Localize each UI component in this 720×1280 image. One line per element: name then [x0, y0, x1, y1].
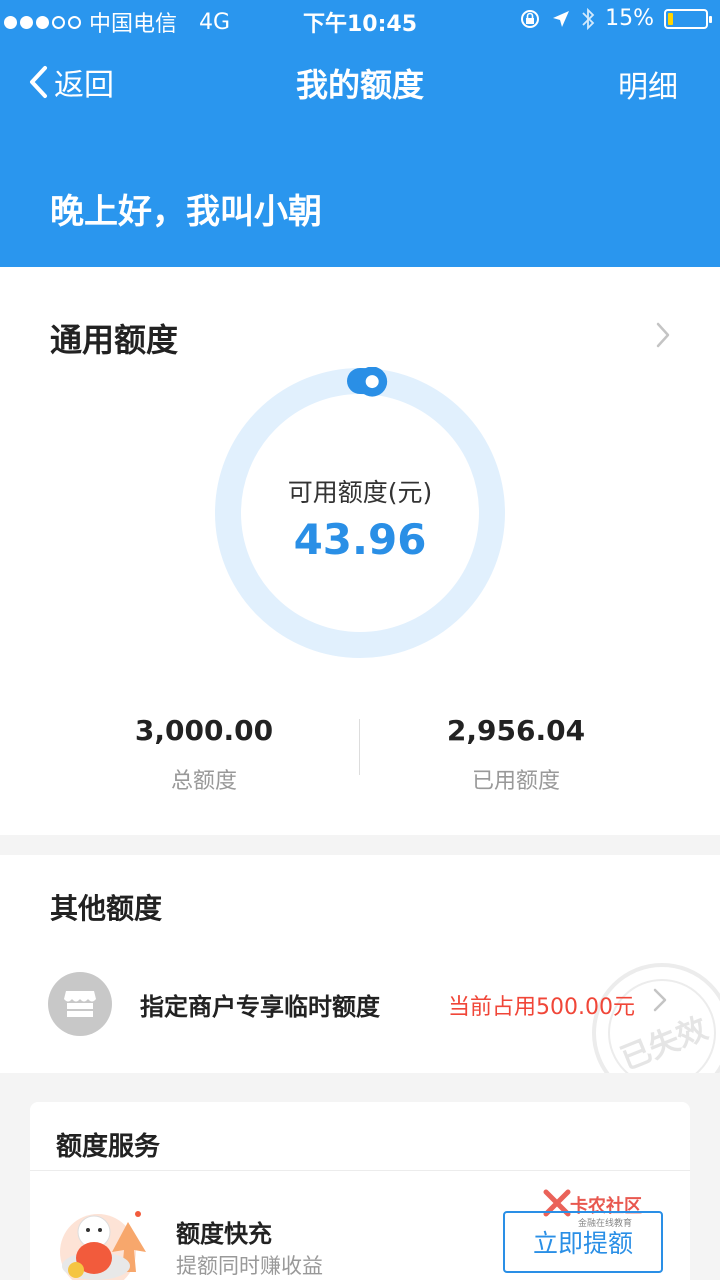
raise-quota-button[interactable]: 立即提额	[503, 1211, 663, 1273]
merchant-quota-label[interactable]: 指定商户专享临时额度	[140, 987, 380, 1022]
other-quota-card: 其他额度 已失效 指定商户专享临时额度 当前占用500.00元	[0, 855, 720, 1073]
store-icon	[48, 972, 112, 1036]
mascot-icon	[60, 1211, 146, 1280]
general-quota-title: 通用额度	[50, 321, 179, 359]
total-quota-label: 总额度	[170, 769, 237, 794]
ring-track	[215, 368, 505, 658]
quick-charge-subtitle: 提额同时赚收益	[176, 1254, 323, 1278]
battery-icon	[664, 8, 712, 29]
chevron-right-icon[interactable]	[652, 987, 668, 1013]
status-bar: 中国电信 4G 下午10:45 15%	[0, 0, 720, 40]
chevron-right-icon[interactable]	[654, 321, 672, 349]
greeting-text: 晚上好，我叫小朝	[50, 192, 322, 232]
used-quota-value: 2,956.04	[446, 714, 586, 747]
page-title: 我的额度	[295, 66, 424, 104]
location-arrow-icon	[553, 10, 570, 27]
detail-button[interactable]: 明细	[618, 62, 678, 106]
other-quota-title: 其他额度	[50, 892, 163, 925]
used-quota-label: 已用额度	[471, 769, 560, 794]
divider	[30, 1170, 690, 1171]
rotation-lock-icon	[521, 9, 540, 28]
battery-percent: 15%	[605, 6, 654, 31]
used-quota: 2,956.04 已用额度	[396, 714, 636, 795]
quota-services-card: 额度服务 额度快充 提额同时赚收益 卡农社区 金融在线教育 立即提额	[30, 1102, 690, 1280]
total-quota: 3,000.00 总额度	[84, 714, 324, 795]
available-quota-ring: 可用额度(元) 43.96	[214, 366, 506, 659]
quick-charge-title: 额度快充	[176, 1220, 272, 1248]
greeting-banner: 晚上好，我叫小朝	[0, 122, 720, 267]
status-right: 15%	[519, 6, 712, 31]
available-quota-label: 可用额度(元)	[287, 478, 433, 507]
nav-bar: 返回 我的额度 明细	[0, 40, 720, 122]
general-quota-card[interactable]: 通用额度 可用额度(元) 43.96 3,000.00 总额度 2,956.04…	[0, 267, 720, 835]
total-quota-value: 3,000.00	[134, 714, 274, 747]
available-quota-value: 43.96	[293, 515, 427, 564]
ring-knob-icon	[357, 366, 388, 397]
quota-ring-chart	[215, 366, 505, 658]
bluetooth-icon	[582, 7, 595, 30]
merchant-quota-status: 当前占用500.00元	[448, 995, 635, 1020]
stats-divider	[359, 719, 360, 775]
quota-services-title: 额度服务	[56, 1132, 161, 1162]
